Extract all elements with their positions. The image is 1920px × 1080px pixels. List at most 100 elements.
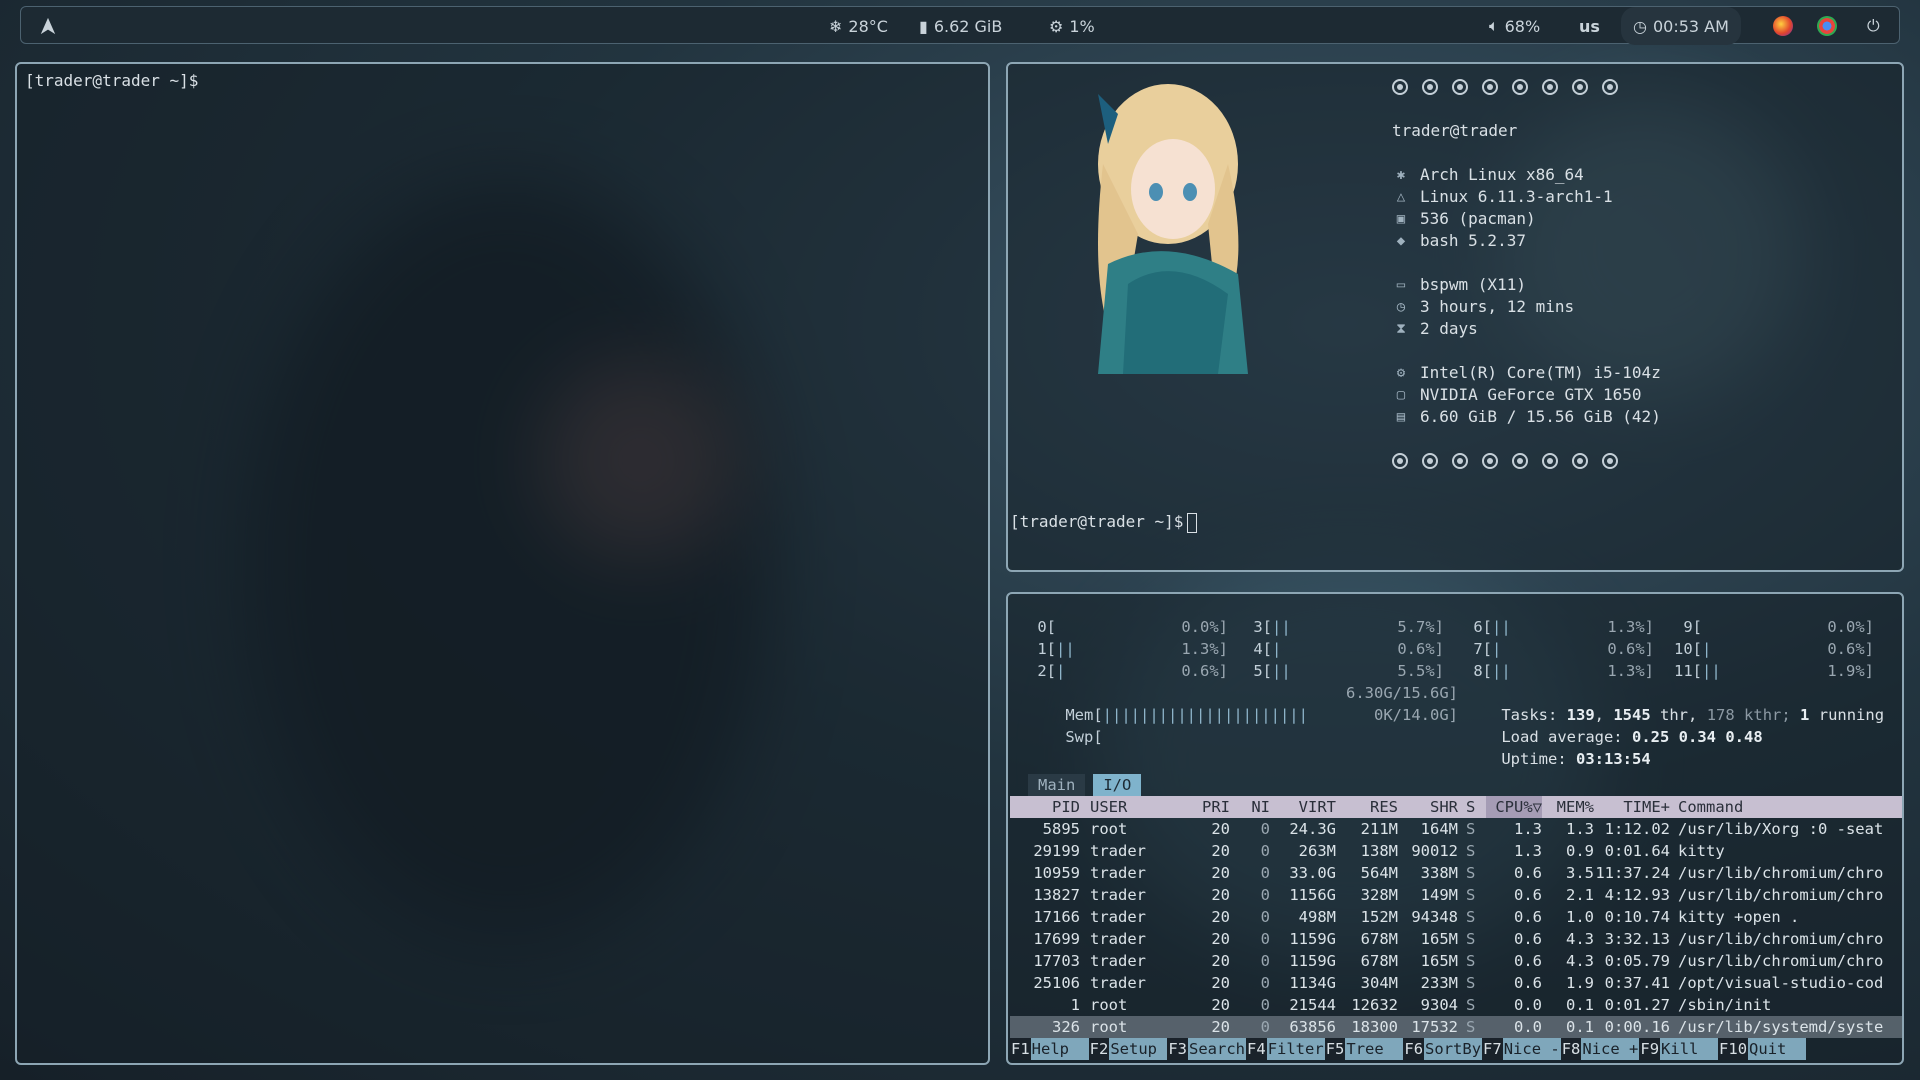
column-header[interactable]: VIRT xyxy=(1270,796,1336,818)
package-icon: ▣ xyxy=(1396,211,1406,227)
fkey-key[interactable]: F9 xyxy=(1639,1038,1661,1060)
shell-prompt: [trader@trader ~]$ xyxy=(25,71,199,90)
shell-prompt-line: [trader@trader ~]$ xyxy=(1010,512,1198,533)
volume-indicator[interactable]: 🔈︎ 68% xyxy=(1489,7,1540,45)
column-header[interactable]: PRI xyxy=(1180,796,1230,818)
info-cpu: Intel(R) Core(TM) i5-104z xyxy=(1420,363,1661,382)
uptime: Uptime: 03:13:54 xyxy=(1501,750,1651,768)
column-header[interactable]: S xyxy=(1466,796,1482,818)
fkey-key[interactable]: F5 xyxy=(1324,1038,1346,1060)
keyboard-layout[interactable]: us xyxy=(1579,7,1600,45)
info-memory: 6.60 GiB / 15.56 GiB (42) xyxy=(1420,407,1661,426)
shell-prompt: [trader@trader ~]$ xyxy=(1010,512,1184,531)
cpu-meter: 2[| 0.6%] xyxy=(1028,662,1228,680)
htop-tabs: Main I/O xyxy=(1028,774,1142,796)
cpu-icon: ⚙ xyxy=(1049,16,1064,36)
terminal-left[interactable]: [trader@trader ~]$ xyxy=(15,62,990,1065)
arch-logo-icon[interactable] xyxy=(39,7,61,45)
power-icon[interactable]: ⏻ xyxy=(1867,7,1880,45)
terminal-htop[interactable]: 0[0.0%] 1[|| 1.3%] 2[| 0.6%] 3[|| 5.7%] 4[|… xyxy=(1006,592,1904,1065)
tab-main[interactable]: Main xyxy=(1028,774,1086,796)
shell-icon: ◆ xyxy=(1396,233,1406,249)
cpu-meter: 11[|| 1.9%] xyxy=(1674,662,1874,680)
fkey-label[interactable]: Filter xyxy=(1266,1038,1325,1060)
fkey-key[interactable]: F7 xyxy=(1482,1038,1503,1060)
clock[interactable]: ◷ 00:53 AM xyxy=(1621,7,1741,45)
column-header[interactable]: CPU%▽ xyxy=(1486,796,1542,818)
column-header[interactable]: USER xyxy=(1090,796,1190,818)
window-icon: ▭ xyxy=(1396,277,1406,293)
mem-value: 6.30G/15.6G] xyxy=(1346,684,1458,702)
fkey-label[interactable]: Setup xyxy=(1109,1038,1168,1060)
fkey-label[interactable]: Quit xyxy=(1748,1038,1807,1060)
clock-value: 00:53 AM xyxy=(1652,16,1729,36)
fkey-key[interactable]: F10 xyxy=(1718,1038,1749,1060)
cpu-meter: 8[|| 1.3%] xyxy=(1464,662,1654,680)
fkey-key[interactable]: F3 xyxy=(1167,1038,1189,1060)
fkey-key[interactable]: F4 xyxy=(1246,1038,1267,1060)
memory-indicator: ▮ 6.62 GiB xyxy=(919,7,1002,45)
process-row[interactable]: 17166 trader 20 0 498M 152M 94348 S 0.6 1.0 0:10.7… xyxy=(1010,906,1902,928)
process-row[interactable]: 17699 trader 20 0 1159G 678M 165M S 0.6 4.3 3:32.1… xyxy=(1010,928,1902,950)
info-wm: bspwm (X11) xyxy=(1420,275,1526,294)
info-packages: 536 (pacman) xyxy=(1420,209,1536,228)
tab-io[interactable]: I/O xyxy=(1093,774,1142,796)
cpu-meter: 4[| 0.6%] xyxy=(1244,640,1444,658)
hourglass-icon: ⧗ xyxy=(1396,321,1406,337)
process-row[interactable]: 5895 root 20 0 24.3G 211M 164M S 1.3 1.3 1:12.02/u… xyxy=(1010,818,1902,840)
fkey-label[interactable]: Help xyxy=(1030,1038,1089,1060)
temperature-value: 28°C xyxy=(848,16,888,36)
process-row[interactable]: 326 root 20 0 63856 18300 17532 S 0.0 0.1 0:00.16/… xyxy=(1010,1016,1902,1038)
fkey-key[interactable]: F1 xyxy=(1010,1038,1031,1060)
column-header[interactable]: Command xyxy=(1678,796,1902,818)
process-row[interactable]: 10959 trader 20 0 33.0G 564M 338M S 0.6 3.5 11:37.… xyxy=(1010,862,1902,884)
cpu-value: 1% xyxy=(1069,16,1095,36)
memory-icon: ▤ xyxy=(1396,409,1406,425)
volume-icon: 🔈︎ xyxy=(1489,16,1499,35)
process-row[interactable]: 13827 trader 20 0 1156G 328M 149M S 0.6 2.1 4:12.9… xyxy=(1010,884,1902,906)
swp-label: Swp xyxy=(1065,728,1094,746)
function-key-bar: F1 Help F2 Setup F3 Search F4 Filter F5 Tree F6… xyxy=(1010,1038,1807,1060)
snowflake-icon: ❄ xyxy=(829,16,843,36)
process-table-header: PID USER PRI NI VIRT RES SHR S CPU%▽ MEM% TIME+ Com… xyxy=(1010,796,1902,818)
memory-value: 6.62 GiB xyxy=(933,16,1003,36)
top-status-bar: ❄ 28°C ▮ 6.62 GiB ⚙ 1% 🔈︎ 68% us ◷ 00:53… xyxy=(20,6,1900,45)
column-header[interactable]: NI xyxy=(1230,796,1270,818)
fkey-label[interactable]: Kill xyxy=(1660,1038,1719,1060)
cpu-icon: ⚙ xyxy=(1396,365,1406,381)
process-row[interactable]: 29199 trader 20 0 263M 138M 90012 S 1.3 0.9 0:01.6… xyxy=(1010,840,1902,862)
color-palette-top xyxy=(1392,76,1661,98)
fkey-label[interactable]: Nice - xyxy=(1502,1038,1561,1060)
column-header[interactable]: PID xyxy=(1010,796,1080,818)
fkey-label[interactable]: Nice + xyxy=(1581,1038,1640,1060)
fkey-key[interactable]: F8 xyxy=(1560,1038,1582,1060)
system-info: trader@trader ✱ Arch Linux x86_64 △ Linux … xyxy=(1392,76,1661,472)
column-header[interactable]: TIME+ xyxy=(1594,796,1670,818)
temperature-indicator: ❄ 28°C xyxy=(829,7,888,45)
swp-value: 0K/14.0G] xyxy=(1374,706,1458,724)
uptime-icon: ◷ xyxy=(1396,299,1406,315)
fkey-label[interactable]: Tree xyxy=(1345,1038,1404,1060)
fkey-key[interactable]: F2 xyxy=(1088,1038,1110,1060)
column-header[interactable]: MEM% xyxy=(1542,796,1594,818)
fkey-key[interactable]: F6 xyxy=(1403,1038,1425,1060)
cpu-meter: 1[|| 1.3%] xyxy=(1028,640,1228,658)
cpu-meter: 7[| 0.6%] xyxy=(1464,640,1654,658)
kernel-icon: △ xyxy=(1396,189,1406,205)
gpu-icon: ▢ xyxy=(1396,387,1406,403)
info-uptime: 3 hours, 12 mins xyxy=(1420,297,1575,316)
column-header[interactable]: RES xyxy=(1336,796,1398,818)
process-row[interactable]: 25106 trader 20 0 1134G 304M 233M S 0.6 1.9 0:37.4… xyxy=(1010,972,1902,994)
cpu-indicator: ⚙ 1% xyxy=(1049,7,1095,45)
process-row[interactable]: 1 root 20 0 21544 12632 9304 S 0.0 0.1 0:01.27/sbi… xyxy=(1010,994,1902,1016)
fkey-label[interactable]: SortBy xyxy=(1424,1038,1483,1060)
memory-icon: ▮ xyxy=(919,16,928,36)
process-row[interactable]: 17703 trader 20 0 1159G 678M 165M S 0.6 4.3 0:05.7… xyxy=(1010,950,1902,972)
firefox-icon[interactable] xyxy=(1773,7,1793,45)
mem-bars: |||||||||||||||||||||| xyxy=(1102,706,1308,724)
column-header[interactable]: SHR xyxy=(1398,796,1458,818)
chrome-icon[interactable] xyxy=(1817,7,1837,45)
terminal-fetch[interactable]: trader@trader ✱ Arch Linux x86_64 △ Linux … xyxy=(1006,62,1904,572)
fkey-label[interactable]: Search xyxy=(1188,1038,1247,1060)
swap-meter: Swp[ xyxy=(1065,728,1103,746)
